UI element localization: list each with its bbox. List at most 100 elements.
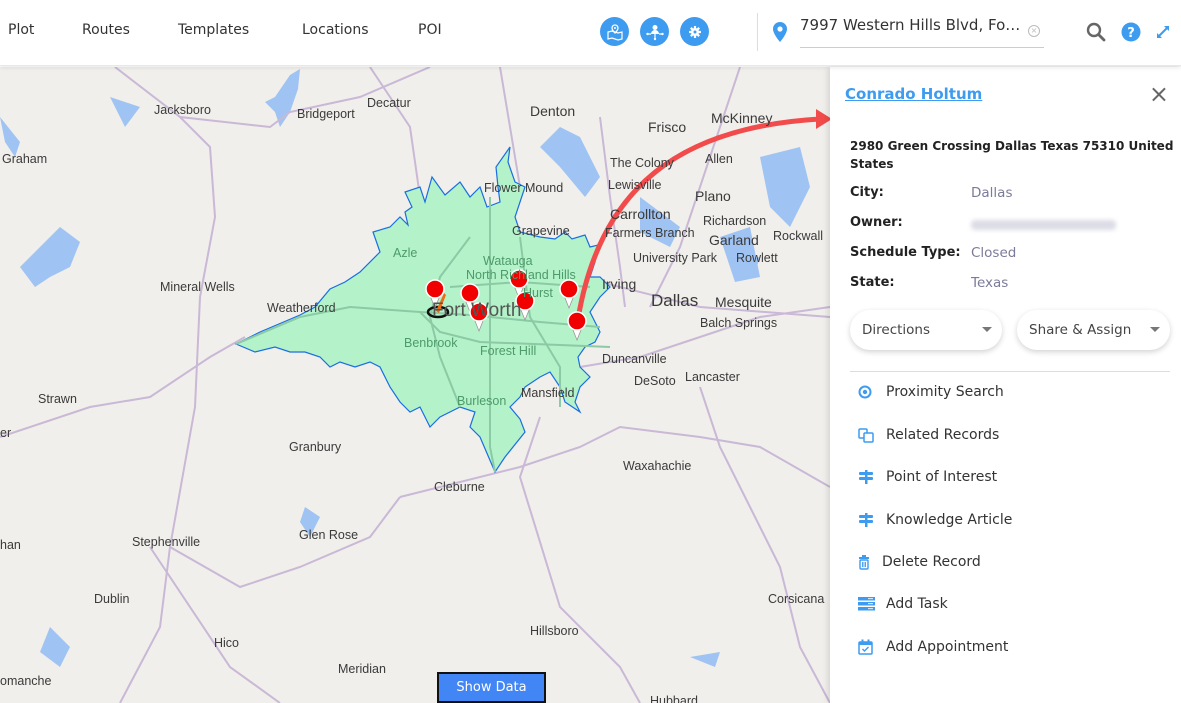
city-label: Bridgeport xyxy=(297,107,355,121)
divider xyxy=(850,371,1170,372)
city-label: Hurst xyxy=(523,286,553,300)
city-label: Richardson xyxy=(703,214,767,228)
city-label: Stephenville xyxy=(132,535,201,549)
map-view[interactable]: Jacksboro Bridgeport Decatur Denton Fris… xyxy=(0,67,830,703)
action-add-appointment[interactable]: Add Appointment xyxy=(858,639,1008,655)
city-label: The Colony xyxy=(610,156,674,170)
city-label: Burleson xyxy=(457,394,507,408)
record-name-link[interactable]: Conrado Holtum xyxy=(845,85,982,103)
city-label: Denton xyxy=(530,103,576,119)
action-label: Add Task xyxy=(886,596,948,612)
share-assign-dropdown[interactable]: Share & Assign xyxy=(1017,310,1170,350)
city-label: Hillsboro xyxy=(530,624,579,638)
record-address: 2980 Green Crossing Dallas Texas 75310 U… xyxy=(850,139,1174,171)
city-label: Duncanville xyxy=(602,352,667,366)
map-plot-button[interactable] xyxy=(600,17,629,46)
map-plot-icon xyxy=(606,23,623,41)
city-label: Frisco xyxy=(648,119,687,135)
chevron-down-icon xyxy=(1150,327,1160,332)
city-label: Garland xyxy=(709,232,759,248)
directions-dropdown[interactable]: Directions xyxy=(850,310,1002,350)
city-label: Decatur xyxy=(367,96,411,110)
field-label-owner: Owner: xyxy=(850,215,903,230)
city-label: Fort Worth xyxy=(432,300,522,321)
city-label: University Park xyxy=(633,251,718,265)
share-assign-label: Share & Assign xyxy=(1029,322,1132,338)
city-label: Plano xyxy=(695,188,731,204)
record-details-panel: Conrado Holtum × 2980 Green Crossing Dal… xyxy=(830,67,1181,703)
action-label: Proximity Search xyxy=(886,384,1004,400)
nav-poi[interactable]: POI xyxy=(418,22,442,38)
city-label: han xyxy=(0,538,21,552)
city-label: Carrollton xyxy=(610,206,671,222)
user-network-icon xyxy=(645,24,664,40)
city-label: Corsicana xyxy=(768,592,825,606)
city-label: Rowlett xyxy=(736,251,778,265)
city-label: Meridian xyxy=(338,662,386,676)
address-search-field[interactable]: 7997 Western Hills Blvd, For... × xyxy=(800,16,1044,48)
directions-label: Directions xyxy=(862,322,931,338)
city-label: Farmers Branch xyxy=(605,226,695,240)
city-label: North Richland Hills xyxy=(466,268,576,282)
city-label: Mineral Wells xyxy=(160,280,235,294)
location-marker[interactable] xyxy=(567,311,587,341)
action-add-task[interactable]: Add Task xyxy=(858,596,948,612)
city-label: Mesquite xyxy=(715,294,772,310)
city-label: Balch Springs xyxy=(700,316,778,330)
field-value-state: Texas xyxy=(971,275,1009,291)
nav-routes[interactable]: Routes xyxy=(82,22,130,38)
city-label: Graham xyxy=(2,152,48,166)
signpost-icon xyxy=(859,513,873,527)
nav-locations[interactable]: Locations xyxy=(302,22,369,38)
city-label: Cleburne xyxy=(434,480,485,494)
related-records-icon xyxy=(858,427,874,443)
target-icon xyxy=(858,385,872,399)
show-data-button[interactable]: Show Data xyxy=(437,672,546,703)
search-icon[interactable] xyxy=(1086,22,1106,42)
action-delete-record[interactable]: Delete Record xyxy=(858,554,981,570)
address-search-input[interactable]: 7997 Western Hills Blvd, For... xyxy=(800,16,1022,46)
city-label: Benbrook xyxy=(404,336,458,350)
clear-icon[interactable]: × xyxy=(1028,25,1040,37)
city-label: Allen xyxy=(705,152,733,166)
city-label: Jacksboro xyxy=(154,103,211,117)
city-label: Granbury xyxy=(289,440,342,454)
field-value-owner-redacted xyxy=(971,220,1116,230)
city-label: Mansfield xyxy=(521,386,575,400)
field-label-city: City: xyxy=(850,185,884,200)
city-label: Dublin xyxy=(94,592,130,606)
city-label: Hubbard xyxy=(650,694,698,703)
nav-templates[interactable]: Templates xyxy=(178,22,249,38)
settings-button[interactable] xyxy=(680,17,709,46)
svg-text:?: ? xyxy=(1127,26,1135,41)
action-proximity-search[interactable]: Proximity Search xyxy=(858,384,1004,400)
close-panel-icon[interactable]: × xyxy=(1149,82,1169,106)
field-value-schedule-type: Closed xyxy=(971,245,1017,261)
city-label: Hico xyxy=(214,636,240,650)
city-label: Dallas xyxy=(651,291,699,310)
city-label: Glen Rose xyxy=(299,528,359,542)
action-related-records[interactable]: Related Records xyxy=(858,427,999,443)
location-pin-icon xyxy=(773,22,787,42)
field-value-city: Dallas xyxy=(971,185,1013,201)
city-label: Azle xyxy=(393,246,418,260)
city-label: er xyxy=(0,426,12,440)
action-point-of-interest[interactable]: Point of Interest xyxy=(858,469,997,485)
city-label: Flower Mound xyxy=(484,181,564,195)
user-network-button[interactable] xyxy=(640,17,669,46)
city-label: Strawn xyxy=(38,392,77,406)
nav-plot[interactable]: Plot xyxy=(8,22,34,38)
help-icon[interactable]: ? xyxy=(1121,22,1141,42)
action-label: Related Records xyxy=(886,427,1000,443)
city-label: Grapevine xyxy=(512,224,570,238)
city-label: McKinney xyxy=(711,110,773,126)
expand-icon[interactable] xyxy=(1155,24,1171,40)
city-label: DeSoto xyxy=(634,374,676,388)
field-label-state: State: xyxy=(850,275,895,290)
signpost-icon xyxy=(859,470,873,484)
city-label: Lewisville xyxy=(608,178,662,192)
location-marker[interactable] xyxy=(559,279,579,309)
action-knowledge-article[interactable]: Knowledge Article xyxy=(858,512,1012,528)
action-label: Delete Record xyxy=(882,554,981,570)
task-list-icon xyxy=(858,597,875,611)
